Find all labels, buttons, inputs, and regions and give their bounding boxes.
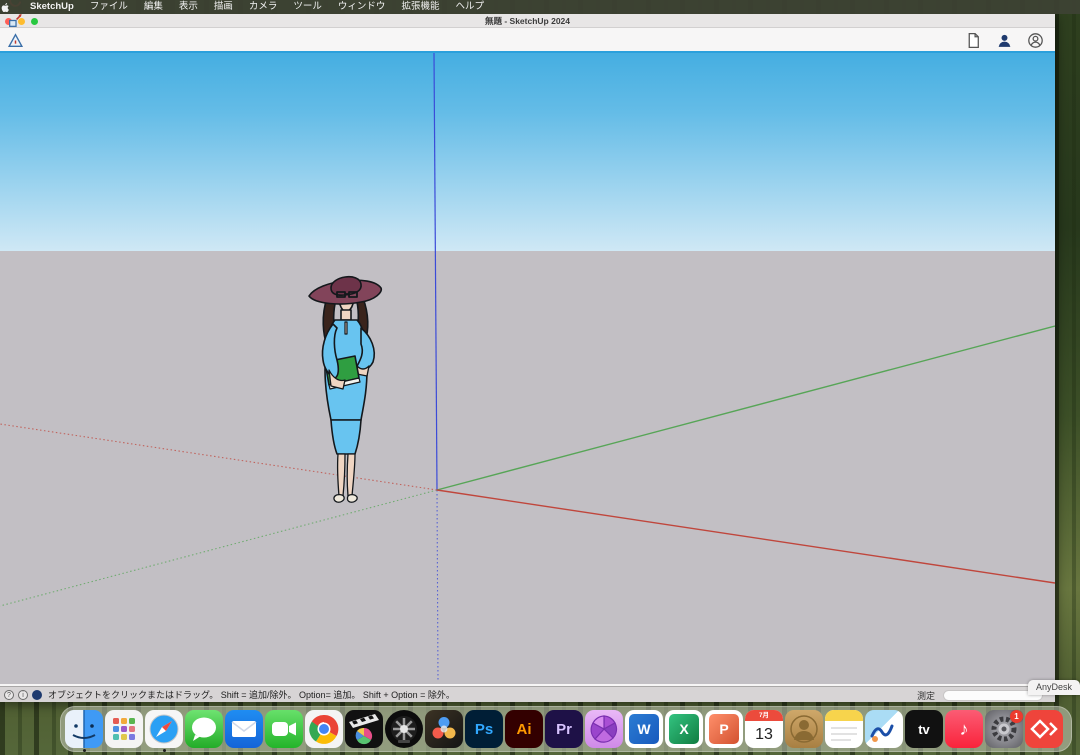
new-document-button[interactable] — [964, 30, 984, 50]
dock-davinci-resolve[interactable] — [425, 710, 463, 748]
account-button[interactable] — [1026, 30, 1046, 50]
model-viewport[interactable] — [0, 53, 1055, 684]
dock-illustrator[interactable]: Ai — [505, 710, 543, 748]
dock-freeform[interactable] — [865, 710, 903, 748]
calendar-day: 13 — [755, 721, 773, 748]
running-indicator-safari — [163, 749, 166, 752]
scale-figure-woman[interactable] — [297, 258, 397, 510]
title-bar: 無題 - SketchUp 2024 — [0, 14, 1055, 28]
sketchup-window: 無題 - SketchUp 2024 ▾▾▾▾A — [0, 14, 1055, 702]
dock-launchpad[interactable] — [105, 710, 143, 748]
menu-item-8[interactable]: 拡張機能 — [393, 1, 447, 12]
dock-photoshop[interactable]: Ps — [465, 710, 503, 748]
geolocation-icon[interactable] — [32, 690, 42, 700]
dock-excel[interactable]: X — [665, 710, 703, 748]
dock: PsAiPr WXP7月13 tv♪ 1 — [60, 706, 1072, 752]
dock-appletv[interactable]: tv — [905, 710, 943, 748]
menu-item-1[interactable]: ファイル — [82, 1, 136, 12]
dock-settings[interactable]: 1 — [985, 710, 1023, 748]
toolbar: ▾▾▾▾A — [0, 28, 1055, 53]
dock-video-player[interactable] — [385, 710, 423, 748]
status-bar: ? i オブジェクトをクリックまたはドラッグ。 Shift = 追加/除外。 O… — [0, 686, 1055, 702]
dock-safari[interactable] — [145, 710, 183, 748]
dock-music[interactable]: ♪ — [945, 710, 983, 748]
dock-messages[interactable] — [185, 710, 223, 748]
menu-sketchup[interactable]: SketchUp — [22, 1, 82, 12]
dock-calendar[interactable]: 7月13 — [745, 710, 783, 748]
tape-measure-tool[interactable] — [6, 31, 26, 51]
info-icon[interactable]: i — [18, 690, 28, 700]
measurement-label: 測定 — [917, 689, 935, 702]
running-indicator-finder — [83, 749, 86, 752]
dock-anydesk[interactable] — [1025, 710, 1063, 748]
status-hint: オブジェクトをクリックまたはドラッグ。 Shift = 追加/除外。 Optio… — [48, 688, 455, 701]
menu-item-3[interactable]: 表示 — [171, 1, 206, 12]
dock-affinity[interactable] — [585, 710, 623, 748]
menu-item-4[interactable]: 描画 — [206, 1, 241, 12]
dock-finalcut[interactable] — [345, 710, 383, 748]
calendar-month: 7月 — [745, 710, 783, 721]
collaborate-button[interactable] — [995, 30, 1015, 50]
menu-item-9[interactable]: ヘルプ — [447, 1, 492, 12]
menu-item-5[interactable]: カメラ — [241, 1, 286, 12]
dock-word[interactable]: W — [625, 710, 663, 748]
drawing-axes — [0, 53, 1055, 684]
menu-item-6[interactable]: ツール — [285, 1, 330, 12]
window-title: 無題 - SketchUp 2024 — [0, 14, 1055, 28]
dock-chrome[interactable] — [305, 710, 343, 748]
dock-notes[interactable] — [825, 710, 863, 748]
settings-badge: 1 — [1010, 710, 1023, 723]
help-icon[interactable]: ? — [4, 690, 14, 700]
dock-powerpoint[interactable]: P — [705, 710, 743, 748]
menu-item-2[interactable]: 編集 — [136, 1, 171, 12]
apple-menu-icon[interactable] — [0, 2, 22, 13]
menu-bar: SketchUpファイル編集表示描画カメラツールウィンドウ拡張機能ヘルプ — [0, 0, 1080, 14]
dock-facetime[interactable] — [265, 710, 303, 748]
dock-premiere[interactable]: Pr — [545, 710, 583, 748]
dock-contacts[interactable] — [785, 710, 823, 748]
desktop-wallpaper: SketchUpファイル編集表示描画カメラツールウィンドウ拡張機能ヘルプ 無題 … — [0, 0, 1080, 755]
menu-item-7[interactable]: ウィンドウ — [330, 1, 394, 12]
dock-mail[interactable] — [225, 710, 263, 748]
dock-finder[interactable] — [65, 710, 103, 748]
anydesk-overlay-tab[interactable]: AnyDesk — [1028, 680, 1080, 695]
